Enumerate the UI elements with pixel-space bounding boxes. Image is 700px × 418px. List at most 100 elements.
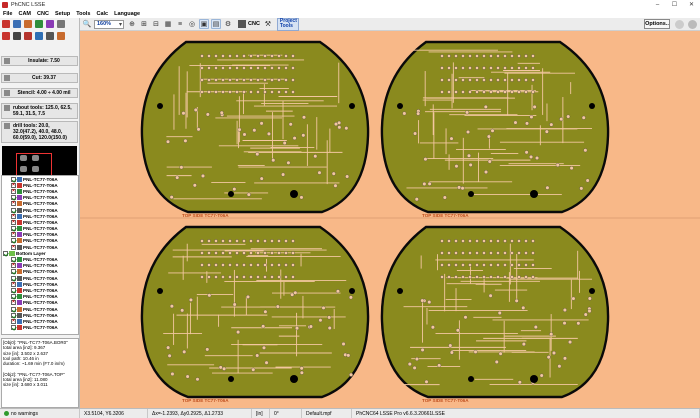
pad xyxy=(200,78,204,82)
layer-type-icon xyxy=(17,201,22,207)
via xyxy=(559,117,564,122)
menu-language[interactable]: Language xyxy=(114,11,140,17)
layers-icon[interactable]: ≡ xyxy=(175,19,185,29)
drill-icon[interactable] xyxy=(13,32,21,40)
pad xyxy=(447,263,451,267)
layer-item[interactable]: PNL-TC77-T06A xyxy=(2,325,78,331)
help-icon[interactable] xyxy=(675,20,684,29)
minimize-button[interactable]: – xyxy=(649,0,666,9)
fit-icon[interactable]: ⊕ xyxy=(127,19,137,29)
rubout-button[interactable]: rubout tools: 125.0, 62.5, 59.1, 31.5, 7… xyxy=(1,103,78,119)
export-icon[interactable] xyxy=(35,20,43,28)
import-icon[interactable] xyxy=(24,20,32,28)
layer-visibility-checkbox[interactable] xyxy=(11,299,16,306)
via xyxy=(557,364,562,369)
bottom-layer-checkbox[interactable] xyxy=(3,250,8,256)
layer-visibility-checkbox[interactable] xyxy=(11,325,16,331)
layer-visibility-checkbox[interactable] xyxy=(11,262,16,269)
pad xyxy=(200,275,204,279)
close-button[interactable]: ✕ xyxy=(683,0,700,9)
layer-visibility-checkbox[interactable] xyxy=(11,281,16,287)
pad xyxy=(447,54,451,58)
pad xyxy=(461,263,465,267)
project-tools-icon[interactable]: ⚒ xyxy=(263,19,273,29)
status-units: [in] xyxy=(252,408,270,418)
panelize-icon[interactable] xyxy=(46,20,54,28)
layer-visibility-checkbox[interactable] xyxy=(11,318,16,324)
layer-visibility-checkbox[interactable] xyxy=(11,188,16,194)
layer-tools-icon[interactable] xyxy=(57,20,65,28)
layer-item-label: PNL-TC77-T06A xyxy=(23,269,58,275)
menu-setup[interactable]: Setup xyxy=(55,11,70,17)
pad xyxy=(249,78,253,82)
pcb-drawing[interactable]: TOP SIDE TC77-T06A TOP SIDE TC77-T06A TOP … xyxy=(80,31,700,408)
pad xyxy=(524,239,528,243)
menu-tools[interactable]: Tools xyxy=(76,11,90,17)
mirror-icon[interactable] xyxy=(24,32,32,40)
pad xyxy=(503,275,507,279)
menu-cnc[interactable]: CNC xyxy=(37,11,49,17)
insulate-button[interactable]: Insulate: 7.50 xyxy=(1,56,78,66)
via xyxy=(576,321,581,326)
layer-type-icon xyxy=(17,176,22,182)
drill-button[interactable]: drill tools: 20.0, 32.0(47.2), 40.0, 48.… xyxy=(1,121,78,143)
menu-cam[interactable]: CAM xyxy=(18,11,31,17)
layer-visibility-checkbox[interactable] xyxy=(11,244,16,250)
layer-visibility-checkbox[interactable] xyxy=(11,269,16,275)
zoom-select[interactable]: 160% xyxy=(94,19,124,29)
grid-icon[interactable]: ▦ xyxy=(163,19,173,29)
menu-file[interactable]: File xyxy=(3,11,12,17)
layer-type-icon xyxy=(17,182,22,188)
pad xyxy=(235,263,239,267)
via xyxy=(288,122,293,127)
mounting-hole xyxy=(228,191,234,197)
zoom-out-icon[interactable]: ⊟ xyxy=(151,19,161,29)
via xyxy=(175,175,180,180)
align-icon[interactable] xyxy=(46,32,54,40)
zoom-icon[interactable]: 🔍 xyxy=(82,19,92,29)
layer-type-icon xyxy=(17,269,22,275)
via xyxy=(484,170,488,174)
rotate-icon[interactable] xyxy=(35,32,43,40)
layer-visibility-checkbox[interactable] xyxy=(11,219,16,225)
layer-item-label: PNL-TC77-T06A xyxy=(23,287,58,293)
via xyxy=(336,289,340,294)
view-top-icon[interactable]: ▣ xyxy=(199,19,209,29)
pad xyxy=(496,239,500,243)
layer-item-label: PNL-TC77-T06A xyxy=(23,263,58,269)
pad xyxy=(249,54,253,58)
drill-view-icon[interactable]: ◎ xyxy=(187,19,197,29)
pad xyxy=(228,90,232,94)
settings-icon[interactable]: ⚙ xyxy=(223,19,233,29)
pad xyxy=(461,66,465,70)
zoom-in-icon[interactable]: ⊞ xyxy=(139,19,149,29)
project-tools-button[interactable]: Project Tools xyxy=(276,17,299,31)
maximize-button[interactable]: ☐ xyxy=(666,0,683,9)
cnc-button[interactable]: CNC xyxy=(238,20,260,28)
via xyxy=(321,305,326,310)
layer-visibility-checkbox[interactable] xyxy=(11,200,16,207)
gerber-icon[interactable] xyxy=(2,32,10,40)
save-icon[interactable] xyxy=(13,20,21,28)
layer-visibility-checkbox[interactable] xyxy=(11,231,16,238)
options-button[interactable]: Options.. xyxy=(644,19,670,29)
window-title: PhCNC LSSE xyxy=(11,1,46,8)
layer-tree[interactable]: PNL-TC77-T06APNL-TC77-T06APNL-TC77-T06AP… xyxy=(1,175,79,335)
open-icon[interactable] xyxy=(2,20,10,28)
clear-icon[interactable] xyxy=(57,32,65,40)
info-icon[interactable] xyxy=(688,20,697,29)
via xyxy=(533,325,538,330)
view-bottom-icon[interactable]: ▤ xyxy=(211,19,221,29)
pad xyxy=(214,263,218,267)
via xyxy=(517,380,522,385)
pcb-canvas[interactable]: TOP SIDE TC77-T06A TOP SIDE TC77-T06A TOP … xyxy=(80,31,700,408)
layer-visibility-checkbox[interactable] xyxy=(11,287,16,293)
pad xyxy=(228,239,232,243)
pad xyxy=(496,78,500,82)
pad xyxy=(440,54,444,58)
cut-button[interactable]: Cut: 39.37 xyxy=(1,73,78,83)
layer-visibility-checkbox[interactable] xyxy=(11,306,16,312)
stencil-button[interactable]: Stencil: 4.00 ÷ 4.00 mil xyxy=(1,88,78,98)
menu-calc[interactable]: Calc xyxy=(96,11,108,17)
via xyxy=(442,195,447,200)
